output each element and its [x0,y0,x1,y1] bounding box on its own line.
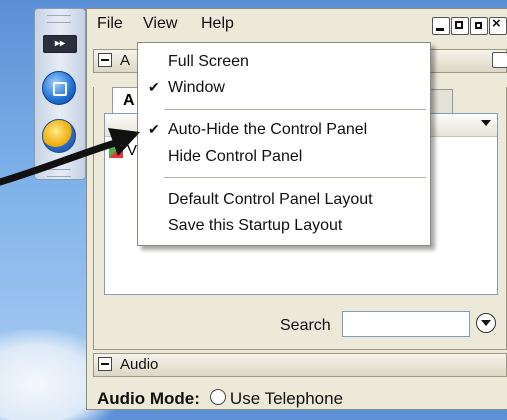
menu-item-save-startup-layout[interactable]: Save this Startup Layout [138,215,430,239]
panel-title-top: A [120,52,131,69]
tab-other[interactable] [429,89,453,114]
menu-bar: File View Help [87,9,507,39]
stop-button[interactable] [42,71,76,105]
close-button[interactable] [489,15,507,35]
collapse-icon[interactable] [98,53,112,67]
search-row: Search [94,309,506,339]
menu-separator [164,177,426,178]
dock-grip-top[interactable] [47,15,71,23]
audio-mode-option: Use Telephone [229,389,344,408]
menu-item-hide-control-panel[interactable]: Hide Control Panel [138,146,430,170]
search-options-icon[interactable] [476,313,496,333]
menu-item-default-layout[interactable]: Default Control Panel Layout [138,189,430,213]
window-controls [431,15,507,40]
search-input[interactable] [342,311,470,337]
menu-separator [164,109,426,110]
audio-mode-row: Audio Mode: Use Telephone [97,389,343,409]
menu-view[interactable]: View [143,15,177,33]
search-label: Search [280,317,331,334]
menu-item-full-screen[interactable]: Full Screen [138,51,430,75]
menu-help[interactable]: Help [201,15,234,33]
menu-item-label: Hide Control Panel [168,148,303,165]
menu-item-label: Save this Startup Layout [168,217,343,234]
fast-forward-button[interactable]: ▸▸ [43,35,77,53]
chevron-down-icon[interactable] [481,120,491,126]
panel-header-audio[interactable]: Audio [93,353,507,377]
panel-title-audio: Audio [120,356,159,373]
restore-button[interactable] [470,17,488,35]
use-telephone-radio[interactable] [209,389,226,405]
view-menu: Full Screen ✔ Window ✔ Auto-Hide the Con… [137,42,431,246]
menu-item-label: Default Control Panel Layout [168,191,373,208]
annotation-arrow-icon [0,128,140,186]
menu-item-auto-hide-control-panel[interactable]: ✔ Auto-Hide the Control Panel [138,119,430,143]
menu-item-label: Full Screen [168,53,249,70]
collapse-icon[interactable] [98,357,112,371]
menu-item-label: Window [168,79,225,96]
checkmark-icon: ✔ [148,79,160,95]
menu-item-window[interactable]: ✔ Window [138,77,430,101]
menu-item-label: Auto-Hide the Control Panel [168,121,368,138]
minimize-button[interactable] [432,17,450,35]
menu-file[interactable]: File [97,15,123,33]
audio-mode-label: Audio Mode: [97,389,200,408]
maximize-button[interactable] [451,17,469,35]
panel-restore-button[interactable] [492,52,507,68]
